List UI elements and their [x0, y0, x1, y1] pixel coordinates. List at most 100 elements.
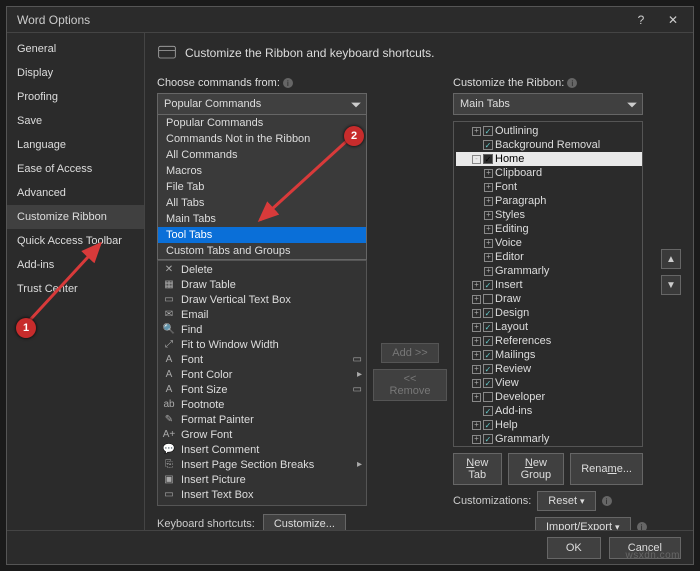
expand-icon[interactable]: +: [472, 309, 481, 318]
command-item[interactable]: A+Grow Font: [158, 427, 366, 442]
dropdown-item[interactable]: All Commands: [158, 147, 366, 163]
checkbox[interactable]: ✓: [483, 434, 493, 444]
command-item[interactable]: ≡Line and Paragraph Spacing▸: [158, 502, 366, 506]
tree-item[interactable]: ✓Add-ins: [456, 404, 642, 418]
command-item[interactable]: ⎘Insert Page Section Breaks▸: [158, 457, 366, 472]
move-down-button[interactable]: ▼: [661, 275, 681, 295]
tree-item[interactable]: +Draw: [456, 292, 642, 306]
expand-icon[interactable]: +: [484, 267, 493, 276]
sidebar-item-language[interactable]: Language: [7, 133, 144, 157]
command-item[interactable]: ✉Email: [158, 307, 366, 322]
sidebar-item-trust-center[interactable]: Trust Center: [7, 277, 144, 301]
dropdown-item[interactable]: Tool Tabs: [158, 227, 366, 243]
dropdown-item[interactable]: Commands Not in the Ribbon: [158, 131, 366, 147]
expand-icon[interactable]: -: [472, 155, 481, 164]
customize-ribbon-combo[interactable]: Main Tabs: [453, 93, 643, 115]
expand-icon[interactable]: +: [484, 239, 493, 248]
customize-shortcuts-button[interactable]: Customize...: [263, 514, 346, 530]
sidebar-item-advanced[interactable]: Advanced: [7, 181, 144, 205]
tree-item[interactable]: +✓Help: [456, 418, 642, 432]
dropdown-item[interactable]: All Tabs: [158, 195, 366, 211]
checkbox[interactable]: [483, 392, 493, 402]
tree-item[interactable]: +✓Review: [456, 362, 642, 376]
new-tab-button[interactable]: NNew Tabew Tab: [453, 453, 502, 485]
expand-icon[interactable]: +: [472, 281, 481, 290]
choose-commands-dropdown[interactable]: Popular CommandsCommands Not in the Ribb…: [157, 114, 367, 260]
expand-icon[interactable]: +: [472, 337, 481, 346]
command-item[interactable]: ✎Format Painter: [158, 412, 366, 427]
close-button[interactable]: ✕: [657, 8, 689, 32]
tree-item[interactable]: +Font: [456, 180, 642, 194]
command-item[interactable]: AFont Color▸: [158, 367, 366, 382]
checkbox[interactable]: ✓: [483, 140, 493, 150]
expand-icon[interactable]: +: [472, 393, 481, 402]
info-icon[interactable]: i: [637, 522, 647, 530]
commands-list[interactable]: ✕Delete▦Draw Table▭Draw Vertical Text Bo…: [157, 260, 367, 506]
tree-item[interactable]: +✓Grammarly: [456, 432, 642, 446]
sidebar-item-add-ins[interactable]: Add-ins: [7, 253, 144, 277]
sidebar-item-save[interactable]: Save: [7, 109, 144, 133]
tree-item[interactable]: ✓Background Removal: [456, 138, 642, 152]
checkbox[interactable]: ✓: [483, 154, 493, 164]
tree-item[interactable]: +Voice: [456, 236, 642, 250]
expand-icon[interactable]: +: [472, 127, 481, 136]
expand-icon[interactable]: +: [484, 169, 493, 178]
reset-button[interactable]: Reset▾: [537, 491, 595, 511]
choose-commands-combo[interactable]: Popular Commands: [157, 93, 367, 115]
tree-item[interactable]: +Paragraph: [456, 194, 642, 208]
checkbox[interactable]: ✓: [483, 280, 493, 290]
dropdown-item[interactable]: Popular Commands: [158, 115, 366, 131]
checkbox[interactable]: ✓: [483, 420, 493, 430]
tree-item[interactable]: +Developer: [456, 390, 642, 404]
sidebar-item-display[interactable]: Display: [7, 61, 144, 85]
expand-icon[interactable]: +: [472, 435, 481, 444]
checkbox[interactable]: ✓: [483, 378, 493, 388]
command-item[interactable]: 🔍Find: [158, 322, 366, 337]
command-item[interactable]: ▭Draw Vertical Text Box: [158, 292, 366, 307]
expand-icon[interactable]: +: [484, 211, 493, 220]
sidebar-item-general[interactable]: General: [7, 37, 144, 61]
checkbox[interactable]: ✓: [483, 336, 493, 346]
remove-button[interactable]: << Remove: [373, 369, 447, 401]
dropdown-item[interactable]: Main Tabs: [158, 211, 366, 227]
move-up-button[interactable]: ▲: [661, 249, 681, 269]
tree-item[interactable]: +✓References: [456, 334, 642, 348]
dropdown-item[interactable]: File Tab: [158, 179, 366, 195]
command-item[interactable]: ⤢Fit to Window Width: [158, 337, 366, 352]
command-item[interactable]: ▦Draw Table: [158, 277, 366, 292]
import-export-button[interactable]: Import/Export▾: [535, 517, 631, 530]
info-icon[interactable]: i: [283, 78, 293, 88]
tree-item[interactable]: +✓Outlining: [456, 124, 642, 138]
tree-item[interactable]: +✓View: [456, 376, 642, 390]
command-item[interactable]: AFont▭: [158, 352, 366, 367]
checkbox[interactable]: ✓: [483, 308, 493, 318]
dropdown-item[interactable]: Custom Tabs and Groups: [158, 243, 366, 259]
expand-icon[interactable]: +: [472, 351, 481, 360]
sidebar-item-quick-access-toolbar[interactable]: Quick Access Toolbar: [7, 229, 144, 253]
help-button[interactable]: ?: [625, 8, 657, 32]
info-icon[interactable]: i: [602, 496, 612, 506]
tree-item[interactable]: +✓Insert: [456, 278, 642, 292]
command-item[interactable]: ▣Insert Picture: [158, 472, 366, 487]
command-item[interactable]: AFont Size▭: [158, 382, 366, 397]
command-item[interactable]: abFootnote: [158, 397, 366, 412]
checkbox[interactable]: ✓: [483, 406, 493, 416]
expand-icon[interactable]: +: [472, 379, 481, 388]
dropdown-item[interactable]: Macros: [158, 163, 366, 179]
info-icon[interactable]: i: [567, 78, 577, 88]
expand-icon[interactable]: +: [484, 183, 493, 192]
checkbox[interactable]: ✓: [483, 350, 493, 360]
tree-item[interactable]: +Styles: [456, 208, 642, 222]
sidebar-item-customize-ribbon[interactable]: Customize Ribbon: [7, 205, 144, 229]
rename-button[interactable]: Rename...: [570, 453, 643, 485]
tree-item[interactable]: +Grammarly: [456, 264, 642, 278]
tree-item[interactable]: +✓Layout: [456, 320, 642, 334]
ribbon-tree[interactable]: +✓Outlining✓Background Removal-✓Home+Cli…: [453, 121, 643, 447]
sidebar-item-ease-of-access[interactable]: Ease of Access: [7, 157, 144, 181]
sidebar-item-proofing[interactable]: Proofing: [7, 85, 144, 109]
command-item[interactable]: ✕Delete: [158, 262, 366, 277]
checkbox[interactable]: [483, 294, 493, 304]
expand-icon[interactable]: +: [472, 421, 481, 430]
checkbox[interactable]: ✓: [483, 126, 493, 136]
tree-item[interactable]: +✓Design: [456, 306, 642, 320]
